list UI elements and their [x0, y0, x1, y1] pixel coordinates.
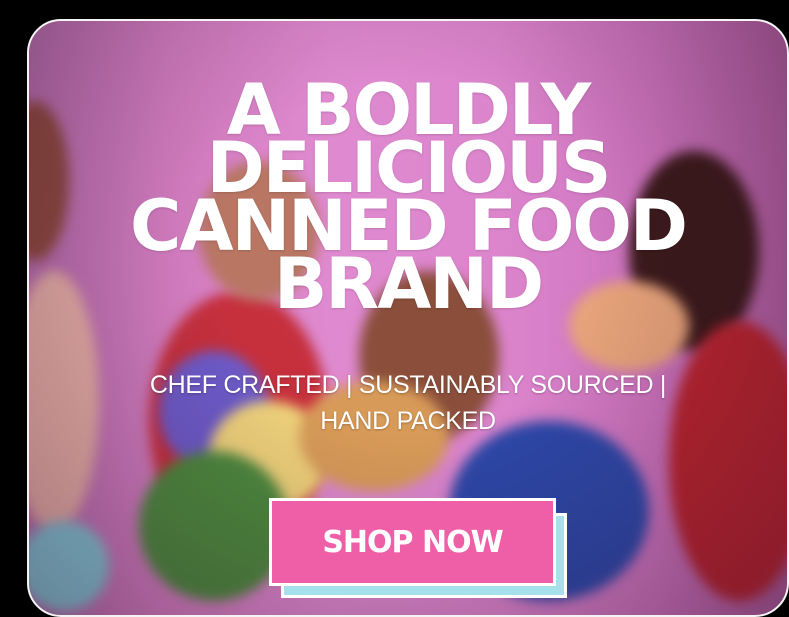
- hero-text: A BOLDLY DELICIOUS CANNED FOOD BRAND CHE…: [29, 75, 787, 439]
- tagline-line: CHEF CRAFTED | SUSTAINABLY SOURCED |: [149, 371, 667, 399]
- shop-now-button[interactable]: SHOP NOW: [269, 498, 556, 586]
- hero-banner: A BOLDLY DELICIOUS CANNED FOOD BRAND CHE…: [27, 19, 789, 617]
- tagline-line: HAND PACKED: [320, 407, 496, 435]
- shop-now-button-wrapper: SHOP NOW: [269, 498, 573, 598]
- hero-tagline: CHEF CRAFTED | SUSTAINABLY SOURCED | HAN…: [68, 367, 748, 439]
- hero-headline: A BOLDLY DELICIOUS CANNED FOOD BRAND: [88, 75, 728, 319]
